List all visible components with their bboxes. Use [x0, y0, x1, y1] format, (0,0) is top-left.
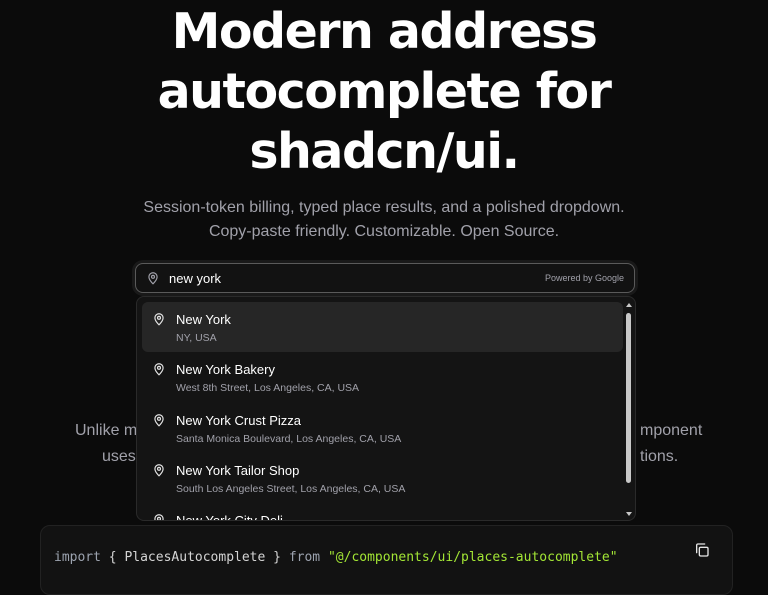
suggestion-item[interactable]: New York Crust Pizza Santa Monica Boulev… — [142, 403, 623, 453]
suggestion-address: Santa Monica Boulevard, Los Angeles, CA,… — [176, 433, 402, 445]
code-keyword-import: import — [54, 550, 101, 565]
suggestion-address: South Los Angeles Street, Los Angeles, C… — [176, 483, 406, 495]
suggestion-item[interactable]: New York NY, USA — [142, 302, 623, 352]
suggestion-name: New York — [176, 312, 231, 327]
scroll-up-arrow-icon[interactable] — [626, 303, 632, 307]
code-brace-open: { — [108, 550, 117, 565]
powered-by-google: Powered by Google — [544, 273, 624, 283]
hero-title: Modern address autocomplete for shadcn/u… — [0, 2, 768, 182]
suggestion-name: New York Bakery — [176, 362, 275, 377]
scroll-down-arrow-icon[interactable] — [626, 512, 632, 516]
hero-title-line: shadcn/ui. — [249, 123, 520, 180]
hero-title-line: Modern address — [171, 3, 598, 60]
code-brace-close: } — [273, 550, 281, 565]
map-pin-icon — [146, 271, 160, 285]
background-text-left-1: Unlike m — [75, 422, 138, 439]
subtitle-line: Copy-paste friendly. Customizable. Open … — [208, 223, 560, 240]
code-module-path: "@/components/ui/places-autocomplete" — [327, 550, 618, 565]
suggestion-item[interactable]: New York Bakery West 8th Street, Los Ang… — [142, 352, 623, 402]
suggestion-name: New York Crust Pizza — [176, 413, 301, 428]
address-search-box[interactable]: Powered by Google — [135, 263, 635, 293]
map-pin-icon — [152, 513, 166, 520]
address-search-input[interactable] — [169, 270, 545, 286]
suggestions-dropdown[interactable]: New York NY, USA New York Bakery West 8t… — [136, 296, 636, 521]
suggestion-address: NY, USA — [176, 332, 217, 344]
map-pin-icon — [152, 463, 166, 477]
background-text-right-1: mponent — [640, 422, 703, 439]
scrollbar-thumb[interactable] — [626, 313, 631, 483]
code-keyword-from: from — [288, 550, 321, 565]
background-text-left-2: uses — [102, 448, 136, 465]
import-code-line: import { PlacesAutocomplete } from "@/co… — [54, 550, 618, 565]
suggestion-item[interactable]: New York City Deli — [142, 503, 623, 521]
suggestion-item[interactable]: New York Tailor Shop South Los Angeles S… — [142, 453, 623, 503]
import-code-block: import { PlacesAutocomplete } from "@/co… — [40, 525, 733, 595]
subtitle-line: Session-token billing, typed place resul… — [143, 199, 625, 216]
map-pin-icon — [152, 312, 166, 326]
suggestion-name: New York City Deli — [176, 513, 283, 521]
hero-subtitle: Session-token billing, typed place resul… — [0, 196, 768, 244]
dropdown-scrollbar[interactable] — [624, 301, 634, 518]
map-pin-icon — [152, 362, 166, 376]
hero-title-line: autocomplete for — [157, 63, 612, 120]
copy-icon[interactable] — [694, 542, 710, 558]
suggestion-name: New York Tailor Shop — [176, 463, 300, 478]
map-pin-icon — [152, 413, 166, 427]
suggestion-address: West 8th Street, Los Angeles, CA, USA — [176, 382, 360, 394]
code-identifier: PlacesAutocomplete — [124, 550, 266, 565]
background-text-right-2: tions. — [640, 448, 679, 465]
